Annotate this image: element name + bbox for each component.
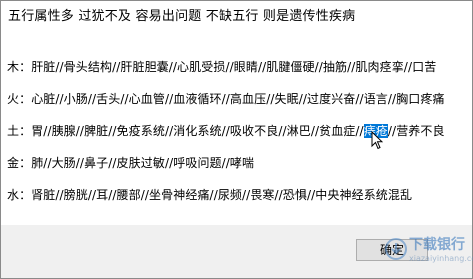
line-metal: 金：肺//大肠//鼻子//皮肤过敏//呼吸问题//哮喘 bbox=[7, 156, 255, 170]
watermark-text: 下载银行 bbox=[409, 237, 465, 253]
watermark-subtext: xiazaiyinhang.com bbox=[409, 254, 473, 263]
watermark-logo: 下载银行 xiazaiyinhang.com bbox=[385, 232, 473, 276]
line-fire: 火：心脏//小肠//舌头//心血管//血液循环//高血压//失眠//过度兴奋//… bbox=[7, 92, 445, 106]
line-earth-after: //营养不良 bbox=[387, 124, 445, 138]
watermark-icon bbox=[385, 238, 407, 260]
line-earth-before: 土：胃//胰腺//脾脏//免疫系统//消化系统//吸收不良//淋巴//贫血症// bbox=[7, 124, 364, 138]
line-water: 水：肾脏//膀胱//耳//腰部//坐骨神经痛//尿频//畏寒//恐惧//中央神经… bbox=[7, 188, 413, 202]
dialog-heading: 五行属性多 过犹不及 容易出问题 不缺五行 则是遗传性疾病 bbox=[8, 9, 356, 24]
line-wood: 木：肝脏//骨头结构//肝脏胆囊//心肌受损//眼睛//肌腱僵硬//抽筋//肌肉… bbox=[7, 60, 437, 74]
mouse-cursor-icon bbox=[371, 131, 383, 150]
